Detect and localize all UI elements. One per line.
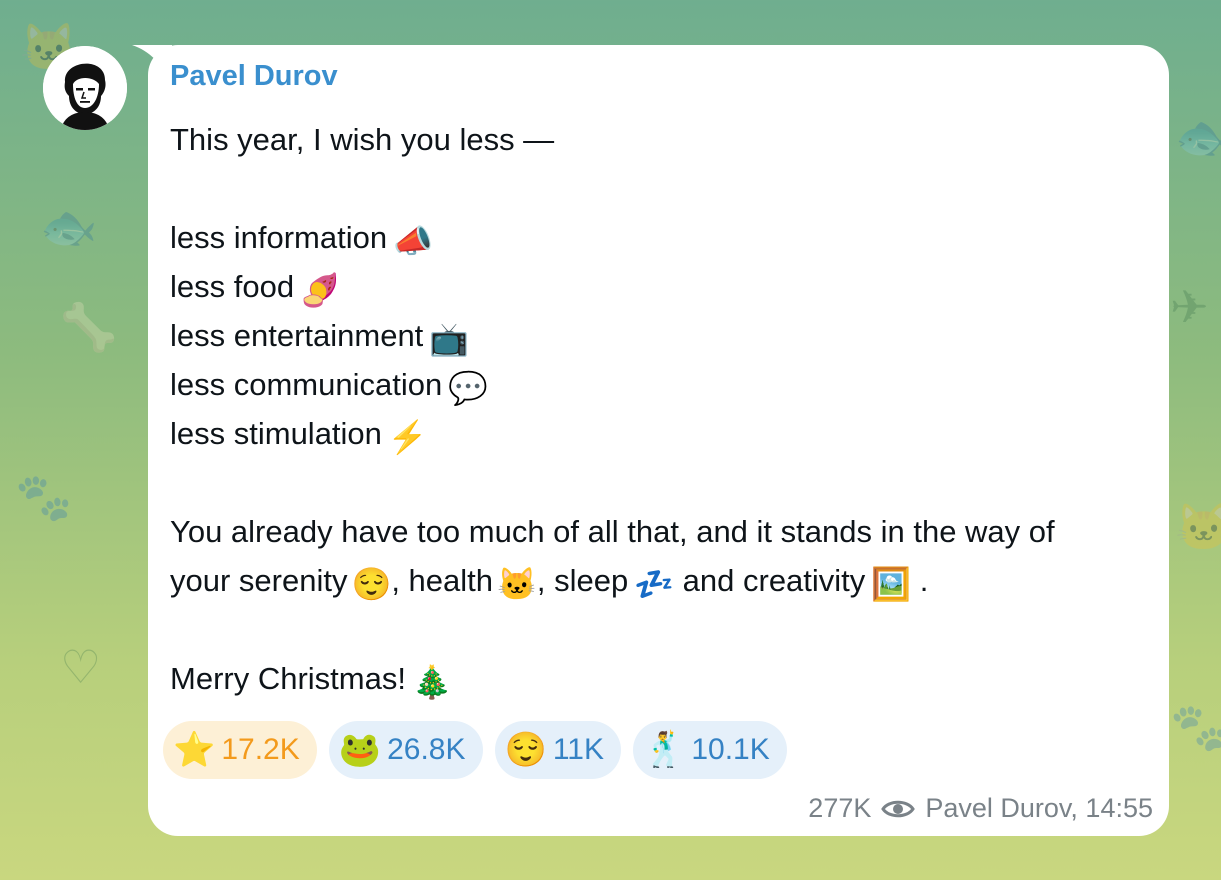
heart-doodle-icon: ♡ bbox=[60, 641, 102, 693]
fish-doodle-icon: 🐟 bbox=[40, 201, 98, 253]
line-text: your serenity bbox=[170, 563, 348, 598]
megaphone-icon: 📣 bbox=[393, 223, 433, 259]
reaction-count: 10.1K bbox=[691, 733, 770, 766]
paw-doodle-icon: 🐾 bbox=[1170, 701, 1221, 753]
message-line: less stimulation ⚡ bbox=[170, 409, 1130, 458]
reaction-relieved-button[interactable]: 😌 11K bbox=[494, 721, 621, 779]
bone-doodle-icon: 🦴 bbox=[60, 301, 118, 353]
message-line: Merry Christmas! 🎄 bbox=[170, 654, 1130, 703]
speech-bubble-icon: 💬 bbox=[448, 370, 489, 406]
relieved-face-icon: 😌 bbox=[504, 731, 547, 769]
sender-name[interactable]: Pavel Durov bbox=[170, 60, 338, 93]
line-text: . bbox=[911, 563, 929, 598]
message-line: less entertainment 📺 bbox=[170, 311, 1130, 360]
message-meta: 277K Pavel Durov, 14:55 bbox=[808, 793, 1153, 824]
message-line: your serenity 😌, health 🐱, sleep 💤 and crea… bbox=[170, 556, 1130, 605]
frog-icon: 🐸 bbox=[338, 731, 382, 769]
reaction-count: 26.8K bbox=[387, 733, 466, 766]
lightning-icon: ⚡ bbox=[387, 419, 428, 455]
message-text: This year, I wish you less — less inform… bbox=[170, 115, 1130, 703]
framed-picture-icon: 🖼️ bbox=[871, 566, 912, 602]
christmas-tree-icon: 🎄 bbox=[411, 664, 452, 700]
reaction-count: 11K bbox=[552, 733, 604, 766]
line-text: less stimulation bbox=[170, 416, 382, 451]
author-time: Pavel Durov, 14:55 bbox=[925, 793, 1153, 823]
star-icon: ⭐ bbox=[173, 731, 216, 769]
reaction-dancer-button[interactable]: 🕺 10.1K bbox=[633, 721, 787, 779]
message-line: less information 📣 bbox=[170, 213, 1130, 262]
reaction-frog-button[interactable]: 🐸 26.8K bbox=[328, 721, 483, 779]
paw-doodle-icon: 🐾 bbox=[15, 471, 73, 523]
view-count: 277K bbox=[808, 793, 872, 823]
plane-doodle-icon: ✈ bbox=[1170, 281, 1209, 333]
reaction-count: 17.2K bbox=[221, 733, 300, 766]
eye-icon bbox=[881, 800, 916, 817]
sweet-potato-icon: 🍠 bbox=[300, 272, 340, 308]
message-line: less communication 💬 bbox=[170, 360, 1130, 409]
line-text: , sleep bbox=[536, 563, 629, 598]
line-text: less communication bbox=[170, 367, 443, 402]
message-line: You already have too much of all that, a… bbox=[170, 507, 1130, 556]
avatar[interactable] bbox=[43, 46, 127, 130]
zzz-icon: 💤 bbox=[634, 566, 675, 602]
cat-face-icon: 🐱 bbox=[497, 566, 537, 602]
line-text: You already have too much of all that, a… bbox=[170, 514, 1055, 549]
line-text: This year, I wish you less — bbox=[170, 122, 555, 157]
line-text: less entertainment bbox=[170, 318, 424, 353]
fish-doodle-icon: 🐟 bbox=[1175, 111, 1221, 163]
line-text: and creativity bbox=[674, 563, 866, 598]
person-portrait-icon bbox=[43, 46, 127, 130]
message-line: This year, I wish you less — bbox=[170, 115, 1130, 164]
reactions-bar: ⭐ 17.2K 🐸 26.8K 😌 11K 🕺 10.1K bbox=[163, 721, 787, 779]
television-icon: 📺 bbox=[429, 321, 470, 357]
line-text: less information bbox=[170, 220, 388, 255]
reaction-star-button[interactable]: ⭐ 17.2K bbox=[163, 721, 317, 779]
cat-doodle-icon: 🐱 bbox=[1175, 501, 1221, 553]
line-text: , health bbox=[391, 563, 494, 598]
relieved-face-icon: 😌 bbox=[351, 566, 392, 602]
line-text: Merry Christmas! bbox=[170, 661, 406, 696]
message-line: less food 🍠 bbox=[170, 262, 1130, 311]
dancing-man-icon: 🕺 bbox=[643, 731, 686, 769]
line-text: less food bbox=[170, 269, 295, 304]
